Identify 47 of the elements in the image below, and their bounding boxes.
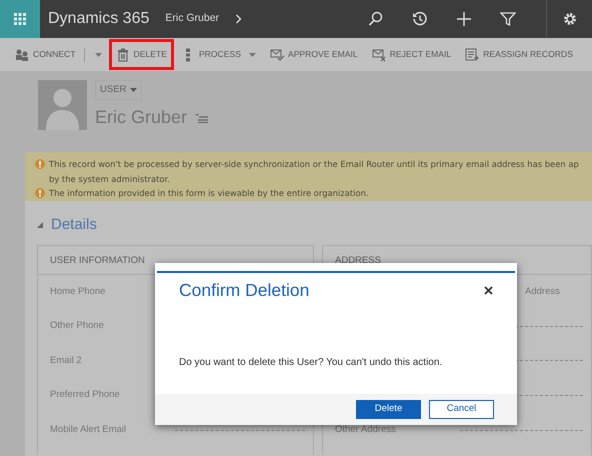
app-grid-icon[interactable] <box>14 13 26 25</box>
history-icon[interactable] <box>412 11 428 27</box>
notification-text: The information provided in this form is viewable by the entire organization. <box>49 187 369 200</box>
entity-type-dropdown[interactable]: USER <box>95 80 142 100</box>
avatar-icon <box>38 80 87 130</box>
dialog-title: Confirm Deletion <box>179 279 310 302</box>
caret-icon <box>94 52 102 56</box>
close-icon <box>484 286 493 295</box>
envelope-check-icon <box>270 48 284 62</box>
section-header: ADDRESS <box>335 254 381 266</box>
breadcrumb-link[interactable]: Eric Gruber <box>165 11 220 27</box>
caret-icon <box>248 52 256 56</box>
field-label: Email 2 <box>50 354 83 368</box>
section-header: USER INFORMATION <box>50 254 145 266</box>
field-label: Preferred Phone <box>50 388 121 402</box>
record-name: Eric Gruber <box>95 106 188 130</box>
chevron-right-icon[interactable] <box>235 14 242 24</box>
field-label: Mobile Alert Email <box>50 423 128 438</box>
plus-icon[interactable] <box>456 11 472 27</box>
delete-confirm-button[interactable]: Delete <box>356 400 421 419</box>
process-button[interactable]: PROCESS <box>174 39 263 70</box>
section-title: Details <box>51 215 97 235</box>
field-label: Other Address <box>335 423 397 438</box>
caret-icon <box>130 88 138 92</box>
search-icon[interactable] <box>368 11 384 27</box>
notification-text: This record won't be processed by server-side synchronization or the Email Router until its primary email address has been ap <box>49 158 579 171</box>
connect-people-icon <box>15 48 29 62</box>
app-title: Dynamics 365 <box>48 9 150 29</box>
field-label: Home Phone <box>50 284 106 299</box>
envelope-x-icon <box>372 48 386 62</box>
reject-email-button[interactable]: REJECT EMAIL <box>364 39 458 70</box>
menu-icon[interactable] <box>195 112 208 123</box>
reassign-records-button[interactable]: REASSIGN RECORDS <box>458 39 580 70</box>
warning-icon <box>35 159 45 170</box>
warning-icon <box>35 188 45 198</box>
notification-text: by the system administrator. <box>49 172 170 186</box>
field-label: Address <box>525 284 561 299</box>
filter-icon[interactable] <box>500 11 516 27</box>
cancel-button[interactable]: Cancel <box>429 400 494 419</box>
trash-icon <box>116 48 130 62</box>
dialog-message: Do you want to delete this User? You can't undo this action. <box>179 356 442 370</box>
connect-button[interactable]: CONNECT <box>8 39 108 70</box>
settings-icon[interactable] <box>562 12 576 26</box>
delete-button[interactable]: DELETE <box>108 39 174 70</box>
field-label: Other Phone <box>50 319 105 334</box>
collapse-triangle-icon[interactable] <box>37 222 43 228</box>
approve-email-button[interactable]: APPROVE EMAIL <box>262 39 365 70</box>
